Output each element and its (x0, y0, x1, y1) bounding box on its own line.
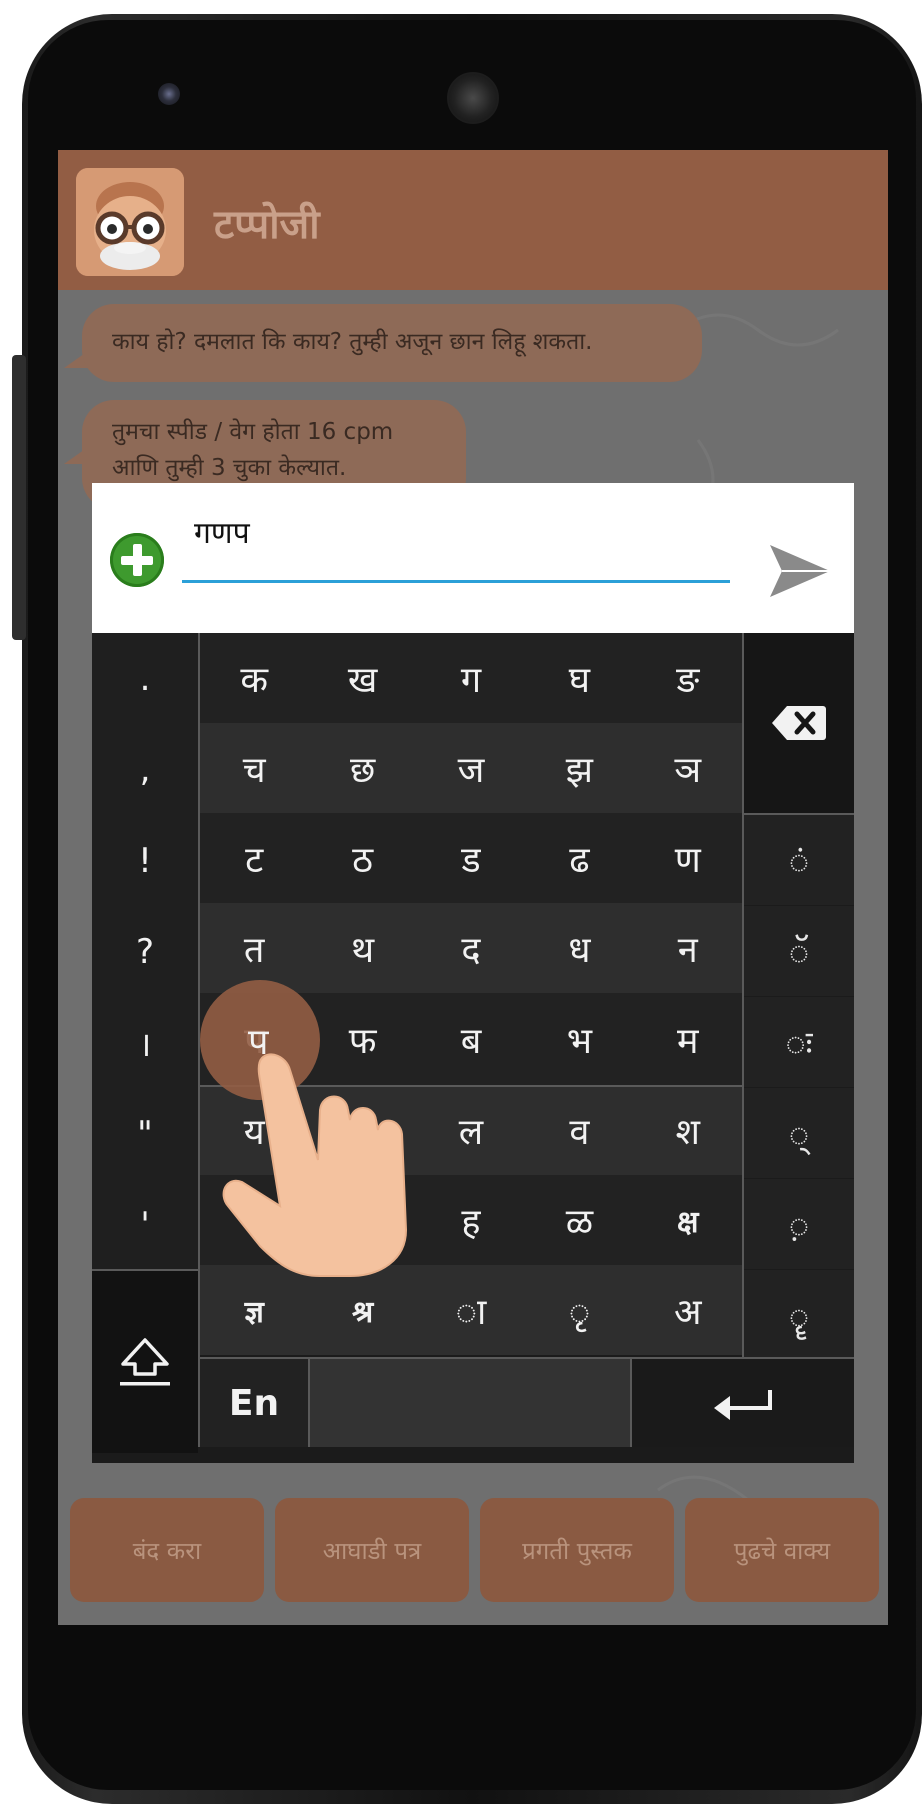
key-4-1[interactable]: फ (308, 993, 417, 1085)
key-1-3[interactable]: झ (525, 723, 634, 813)
key-7-1[interactable]: श्र (308, 1265, 417, 1355)
key-7-2[interactable]: ा (416, 1265, 526, 1355)
bottom-action-bar: बंद करा आघाडी पत्र प्रगती पुस्तक पुढचे व… (58, 1498, 888, 1608)
chat-message-text: तुमचा स्पीड / वेग होता 16 cpm (112, 419, 394, 445)
matra-key[interactable]: ॅ (744, 906, 854, 996)
shift-key[interactable] (92, 1271, 198, 1453)
punctuation-key[interactable]: । (92, 997, 198, 1088)
divider (200, 1085, 742, 1087)
old-man-avatar-icon (76, 168, 184, 276)
divider (92, 1269, 198, 1271)
chat-bubble: काय हो? दमलात कि काय? तुम्ही अजून छान लि… (82, 304, 702, 382)
matra-key[interactable]: ़ (744, 1179, 854, 1269)
key-0-3[interactable]: घ (525, 633, 634, 723)
key-4-0[interactable]: प (200, 993, 309, 1085)
key-3-2[interactable]: द (416, 903, 526, 993)
key-4-4[interactable]: म (633, 993, 742, 1085)
divider (744, 813, 854, 815)
marathi-keyboard: क ख ग घ ङ च छ ज झ ञ ट ठ ड ढ ण त थ द ध न प फ ब भ म य र ल व श ष स ह ळ क्ष ज्ञ… (92, 633, 854, 1463)
key-7-4[interactable]: अ (633, 1265, 742, 1355)
key-4-2[interactable]: ब (416, 993, 526, 1085)
punctuation-key[interactable]: ' (92, 1179, 198, 1270)
key-5-1[interactable]: र (308, 1085, 417, 1175)
key-1-2[interactable]: ज (416, 723, 526, 813)
matra-key[interactable]: ॄ (744, 1270, 854, 1360)
earpiece-speaker-icon (447, 72, 499, 124)
divider (308, 1359, 310, 1447)
divider (742, 633, 744, 1359)
matra-key[interactable]: ं (744, 815, 854, 905)
key-3-1[interactable]: थ (308, 903, 417, 993)
key-5-2[interactable]: ल (416, 1085, 526, 1175)
key-0-4[interactable]: ङ (633, 633, 742, 723)
chat-message-text: आणि तुम्ही 3 चुका केल्यात. (112, 455, 347, 481)
shift-icon (120, 1338, 170, 1386)
matra-key[interactable]: ः (744, 997, 854, 1087)
key-6-3[interactable]: ळ (525, 1175, 634, 1265)
key-6-4[interactable]: क्ष (633, 1175, 742, 1265)
key-2-4[interactable]: ण (633, 813, 742, 903)
punctuation-key[interactable]: ! (92, 815, 198, 906)
language-switch-key[interactable]: En (200, 1359, 308, 1447)
key-3-4[interactable]: न (633, 903, 742, 993)
key-1-0[interactable]: च (200, 723, 309, 813)
divider (630, 1359, 632, 1447)
key-6-0[interactable]: ष (200, 1175, 309, 1265)
key-7-0[interactable]: ज्ञ (200, 1265, 309, 1355)
punctuation-key[interactable]: . (92, 633, 198, 724)
key-0-0[interactable]: क (200, 633, 309, 723)
key-1-4[interactable]: ञ (633, 723, 742, 813)
next-letter-button[interactable]: आघाडी पत्र (275, 1498, 469, 1602)
message-composer (92, 483, 854, 633)
backspace-icon (772, 706, 826, 740)
backspace-key[interactable] (744, 633, 854, 813)
app-bar: टप्पोजी (58, 150, 888, 290)
key-0-1[interactable]: ख (308, 633, 417, 723)
key-2-0[interactable]: ट (200, 813, 309, 903)
plus-icon[interactable] (110, 533, 164, 587)
send-icon[interactable] (768, 541, 832, 601)
next-sentence-button[interactable]: पुढचे वाक्य (685, 1498, 879, 1602)
key-7-3[interactable]: ृ (525, 1265, 634, 1355)
divider (198, 633, 200, 1447)
key-4-3[interactable]: भ (525, 993, 634, 1085)
message-input[interactable] (182, 513, 730, 583)
space-key[interactable] (310, 1359, 630, 1447)
key-6-2[interactable]: ह (416, 1175, 526, 1265)
key-2-3[interactable]: ढ (525, 813, 634, 903)
enter-icon (714, 1390, 772, 1420)
progress-book-button[interactable]: प्रगती पुस्तक (480, 1498, 674, 1602)
key-3-3[interactable]: ध (525, 903, 634, 993)
key-5-3[interactable]: व (525, 1085, 634, 1175)
punctuation-key[interactable]: , (92, 724, 198, 815)
punctuation-key[interactable]: " (92, 1088, 198, 1179)
app-title: टप्पोजी (214, 202, 320, 248)
punctuation-key[interactable]: ? (92, 906, 198, 997)
key-2-1[interactable]: ठ (308, 813, 417, 903)
key-3-0[interactable]: त (200, 903, 309, 993)
key-2-2[interactable]: ड (416, 813, 526, 903)
key-6-1[interactable]: स (308, 1175, 417, 1265)
divider (200, 1357, 854, 1359)
chat-message-text: काय हो? दमलात कि काय? तुम्ही अजून छान लि… (112, 329, 593, 355)
front-camera-icon (158, 83, 180, 105)
close-button[interactable]: बंद करा (70, 1498, 264, 1602)
enter-key[interactable] (632, 1359, 854, 1447)
phone-side-button (12, 355, 26, 640)
key-1-1[interactable]: छ (308, 723, 417, 813)
key-5-0[interactable]: य (200, 1085, 309, 1175)
key-5-4[interactable]: श (633, 1085, 742, 1175)
key-0-2[interactable]: ग (416, 633, 526, 723)
matra-key[interactable]: ् (744, 1088, 854, 1178)
